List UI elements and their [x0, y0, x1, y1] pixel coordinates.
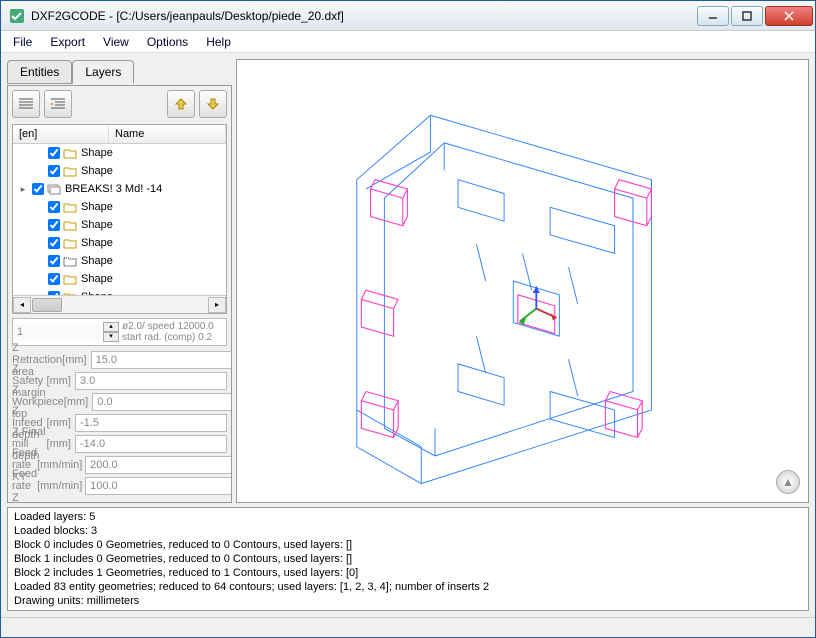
param-row: Feed rate XY[mm/min]: [12, 455, 227, 475]
log-line: Block 2 includes 1 Geometries, reduced t…: [14, 566, 802, 580]
param-unit: [mm]: [47, 438, 75, 450]
row-name: Shape: [81, 165, 113, 177]
spin-down-icon[interactable]: ▾: [103, 332, 119, 342]
folder-icon: [63, 201, 77, 213]
scroll-right-icon[interactable]: ▸: [208, 297, 226, 313]
minimize-button[interactable]: [697, 6, 729, 26]
titlebar[interactable]: DXF2GCODE - [C:/Users/jeanpauls/Desktop/…: [1, 1, 815, 31]
log-console[interactable]: Loaded layers: 5Loaded blocks: 3Block 0 …: [7, 507, 809, 611]
param-input[interactable]: [75, 372, 227, 390]
client-area: Entities Layers [en] Name: [1, 53, 815, 617]
statusbar: [1, 617, 815, 637]
row-checkbox[interactable]: [32, 183, 44, 195]
layer-toolbar: [12, 90, 227, 120]
tab-entities[interactable]: Entities: [7, 60, 72, 84]
param-input[interactable]: [91, 351, 232, 369]
tree-row[interactable]: Shape: [13, 216, 226, 234]
align-left-button[interactable]: [12, 90, 40, 118]
param-row: Z Final mill depth[mm]: [12, 434, 227, 454]
param-unit: [mm]: [62, 354, 90, 366]
folder-icon: [63, 273, 77, 285]
folder-icon: [63, 237, 77, 249]
row-name: BREAKS! 3 Md! -14: [65, 183, 162, 195]
log-line: Loaded 83 entity geometries; reduced to …: [14, 580, 802, 594]
folder-icon: [63, 219, 77, 231]
row-checkbox[interactable]: [48, 201, 60, 213]
move-down-button[interactable]: [199, 90, 227, 118]
scroll-left-icon[interactable]: ◂: [13, 297, 31, 313]
tool-number-input[interactable]: [13, 324, 103, 340]
row-checkbox[interactable]: [48, 219, 60, 231]
log-line: Loaded layers: 5: [14, 510, 802, 524]
param-row: Feed rate Z[mm/min]: [12, 476, 227, 496]
parameter-list: Z Retraction area[mm]Z Safety margin[mm]…: [12, 350, 227, 496]
tree-col-enable[interactable]: [en]: [13, 125, 109, 143]
log-line: Drawing units: millimeters: [14, 594, 802, 608]
log-line: Loaded blocks: 3: [14, 524, 802, 538]
param-unit: [mm]: [64, 396, 92, 408]
param-input[interactable]: [75, 435, 227, 453]
row-name: Shape: [81, 219, 113, 231]
log-line: Block 0 includes 0 Geometries, reduced t…: [14, 538, 802, 552]
menu-export[interactable]: Export: [42, 33, 93, 51]
tree-row[interactable]: Shape: [13, 162, 226, 180]
param-input[interactable]: [85, 477, 232, 495]
view-home-button[interactable]: ▲: [776, 470, 800, 494]
row-name: Shape: [81, 201, 113, 213]
row-checkbox[interactable]: [48, 255, 60, 267]
tree-row[interactable]: ▸BREAKS! 3 Md! -14: [13, 180, 226, 198]
log-line: Block 1 includes 0 Geometries, reduced t…: [14, 552, 802, 566]
param-unit: [mm]: [47, 417, 75, 429]
row-checkbox[interactable]: [48, 147, 60, 159]
menu-file[interactable]: File: [5, 33, 40, 51]
panel-tabs: Entities Layers: [7, 59, 232, 83]
menu-help[interactable]: Help: [198, 33, 239, 51]
param-unit: [mm/min]: [37, 480, 85, 492]
spin-up-icon[interactable]: ▴: [103, 322, 119, 332]
tree-col-name[interactable]: Name: [109, 125, 226, 143]
tool-info: ø2.0/ speed 12000.0start rad. (comp) 0.2: [119, 320, 226, 344]
folder-icon: [63, 147, 77, 159]
menu-view[interactable]: View: [95, 33, 137, 51]
param-label: Feed rate Z: [12, 468, 37, 503]
row-name: Shape: [81, 273, 113, 285]
folder-sel-icon: [63, 255, 77, 267]
tree-row[interactable]: Shape: [13, 234, 226, 252]
viewport-3d[interactable]: ▲: [236, 59, 809, 503]
param-input[interactable]: [92, 393, 232, 411]
move-up-button[interactable]: [167, 90, 195, 118]
param-unit: [mm/min]: [37, 459, 85, 471]
layer-tree[interactable]: [en] Name ShapeShape▸BREAKS! 3 Md! -14Sh…: [12, 124, 227, 314]
param-input[interactable]: [85, 456, 232, 474]
app-window: DXF2GCODE - [C:/Users/jeanpauls/Desktop/…: [0, 0, 816, 638]
row-name: Shape: [81, 147, 113, 159]
menu-options[interactable]: Options: [139, 33, 196, 51]
indent-button[interactable]: [44, 90, 72, 118]
row-checkbox[interactable]: [48, 165, 60, 177]
row-name: Shape: [81, 237, 113, 249]
row-checkbox[interactable]: [48, 237, 60, 249]
folder-icon: [63, 165, 77, 177]
param-input[interactable]: [75, 414, 227, 432]
layers-icon: [47, 183, 61, 195]
close-button[interactable]: [765, 6, 813, 26]
window-title: DXF2GCODE - [C:/Users/jeanpauls/Desktop/…: [31, 9, 697, 23]
tree-hscrollbar[interactable]: ◂ ▸: [13, 295, 226, 313]
scroll-thumb[interactable]: [32, 298, 62, 312]
maximize-button[interactable]: [731, 6, 763, 26]
row-checkbox[interactable]: [48, 273, 60, 285]
app-icon: [9, 8, 25, 24]
row-name: Shape: [81, 255, 113, 267]
tab-layers[interactable]: Layers: [72, 60, 134, 84]
tree-row[interactable]: Shane: [13, 288, 226, 295]
tree-row[interactable]: Shape: [13, 252, 226, 270]
tree-row[interactable]: Shape: [13, 144, 226, 162]
side-panel: Entities Layers [en] Name: [7, 59, 232, 503]
tree-row[interactable]: Shape: [13, 198, 226, 216]
menubar: File Export View Options Help: [1, 31, 815, 53]
tree-row[interactable]: Shape: [13, 270, 226, 288]
